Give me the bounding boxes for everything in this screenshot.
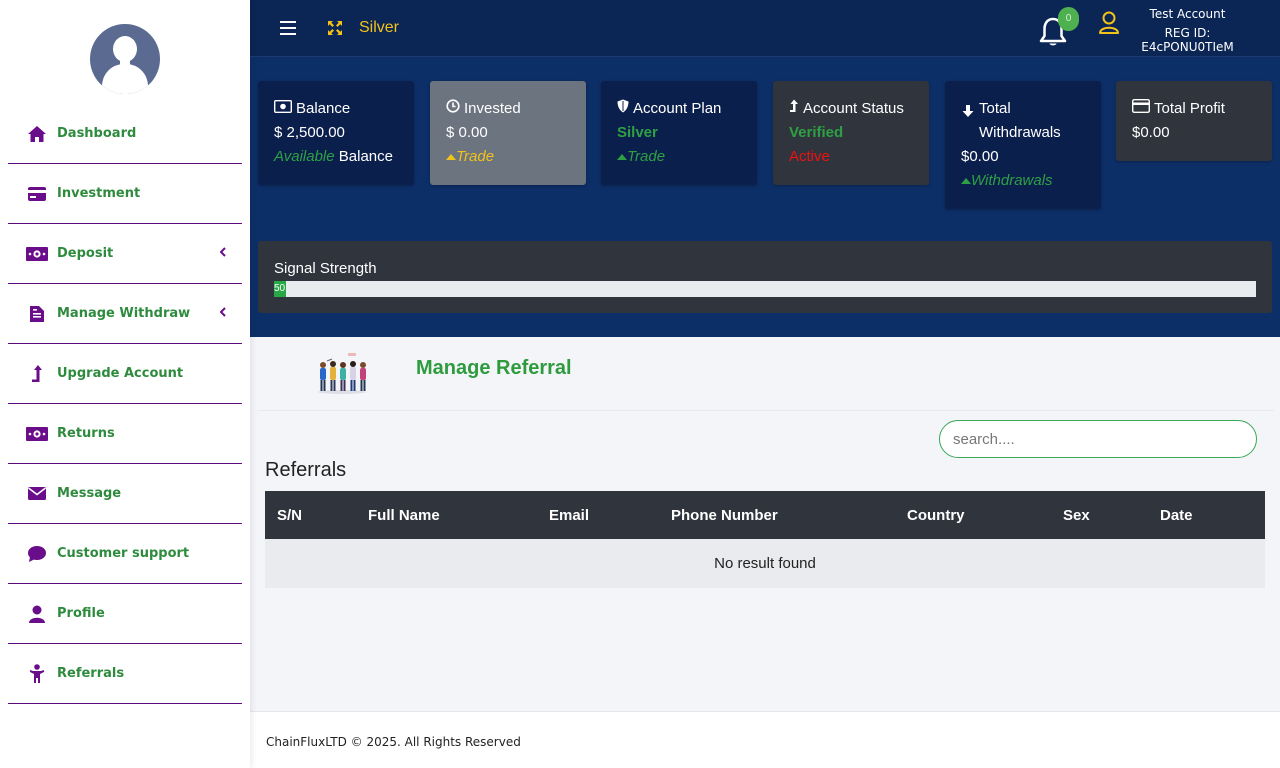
account-plan-card: Account Plan Silver Trade xyxy=(601,81,757,185)
column-header-country[interactable]: Country xyxy=(895,491,1051,539)
upgrade-arrow-icon xyxy=(26,364,48,383)
copyright-text: ChainFluxLTD © 2025. All Rights Reserved xyxy=(266,735,521,749)
user-name[interactable]: Test Account xyxy=(1120,7,1255,21)
column-header-phone-number[interactable]: Phone Number xyxy=(659,491,895,539)
current-plan-label: Silver xyxy=(359,19,400,36)
balance-title: Balance xyxy=(296,100,351,117)
footer: ChainFluxLTD © 2025. All Rights Reserved xyxy=(250,711,1280,768)
credit-card-icon xyxy=(26,185,48,203)
manage-referral-title: Manage Referral xyxy=(416,357,572,379)
user-reg-id: REG ID: E4cPONU0TIeM xyxy=(1141,26,1234,54)
total-withdrawals-card: Total Withdrawals $0.00 Withdrawals xyxy=(945,81,1101,209)
sidebar-item-referrals[interactable]: Referrals xyxy=(8,644,242,704)
invested-title: Invested xyxy=(464,100,521,117)
sidebar-item-deposit[interactable]: Deposit xyxy=(8,224,242,284)
sidebar-item-upgrade-account[interactable]: Upgrade Account xyxy=(8,344,242,404)
sidebar-item-label: Dashboard xyxy=(57,126,137,141)
balance-card: Balance $ 2,500.00 Available Balance xyxy=(258,81,414,185)
account-status-card: Account Status Verified Active xyxy=(773,81,929,185)
status-title: Account Status xyxy=(803,100,904,117)
table-header-row: S/N Full Name Email Phone Number Country… xyxy=(265,491,1265,539)
sidebar-item-manage-withdraw[interactable]: Manage Withdraw xyxy=(8,284,242,344)
signal-progress-fill: 50 xyxy=(274,281,286,297)
column-header-sex[interactable]: Sex xyxy=(1051,491,1148,539)
sidebar-item-returns[interactable]: Returns xyxy=(8,404,242,464)
plan-value: Silver xyxy=(617,124,658,141)
top-navbar: Silver 0 Test Account REG ID: E4cPONU0TI… xyxy=(250,0,1280,57)
invested-card: Invested $ 0.00 Trade xyxy=(430,81,586,185)
signal-strength-label: Signal Strength xyxy=(274,260,377,277)
balance-sub-italic: Available xyxy=(274,148,335,165)
credit-card-icon xyxy=(1131,97,1154,121)
sidebar-item-message[interactable]: Message xyxy=(8,464,242,524)
sidebar-item-dashboard[interactable]: Dashboard xyxy=(8,104,242,164)
envelope-icon xyxy=(26,485,48,503)
status-verified: Verified xyxy=(789,124,844,141)
sidebar-item-label: Profile xyxy=(57,606,105,621)
clock-icon xyxy=(446,97,464,121)
sidebar-item-label: Upgrade Account xyxy=(57,366,184,381)
sidebar-item-label: Investment xyxy=(57,186,141,201)
caret-up-icon xyxy=(446,145,456,169)
column-header-date[interactable]: Date xyxy=(1148,491,1265,539)
referral-header: Manage Referral xyxy=(258,337,1274,411)
money-bill-icon xyxy=(273,97,296,121)
total-profit-card: Total Profit $0.00 xyxy=(1116,81,1272,161)
stats-panel: Balance $ 2,500.00 Available Balance Inv… xyxy=(250,57,1280,337)
sidebar-item-investment[interactable]: Investment xyxy=(8,164,242,224)
notification-count-badge[interactable]: 0 xyxy=(1058,7,1079,31)
status-active: Active xyxy=(789,148,830,165)
caret-up-icon xyxy=(961,169,971,193)
empty-result-message: No result found xyxy=(265,539,1265,588)
home-icon xyxy=(26,125,48,143)
chevron-left-icon xyxy=(219,307,226,320)
plan-sub: Trade xyxy=(627,148,666,165)
sidebar-item-label: Deposit xyxy=(57,246,114,261)
invested-value: $ 0.00 xyxy=(446,124,488,141)
sidebar: Dashboard Investment Deposit Manage With… xyxy=(0,0,250,768)
column-header-email[interactable]: Email xyxy=(537,491,659,539)
withdrawals-sub: Withdrawals xyxy=(971,172,1053,189)
sidebar-menu: Dashboard Investment Deposit Manage With… xyxy=(8,104,242,704)
sidebar-item-customer-support[interactable]: Customer support xyxy=(8,524,242,584)
chat-bubble-icon xyxy=(26,545,48,563)
withdrawals-value: $0.00 xyxy=(961,148,999,165)
sidebar-item-label: Returns xyxy=(57,426,115,441)
caret-up-icon xyxy=(617,145,627,169)
user-account-icon[interactable] xyxy=(1098,11,1120,35)
search-input[interactable] xyxy=(939,420,1257,458)
money-icon xyxy=(26,425,48,443)
expand-icon[interactable] xyxy=(327,20,343,36)
sidebar-item-label: Referrals xyxy=(57,666,125,681)
profit-title: Total Profit xyxy=(1154,100,1225,117)
referral-people-illustration xyxy=(314,351,370,395)
level-up-icon xyxy=(789,97,803,121)
avatar[interactable] xyxy=(90,24,160,94)
profit-value: $0.00 xyxy=(1132,124,1170,141)
money-icon xyxy=(26,245,48,263)
referrals-table: S/N Full Name Email Phone Number Country… xyxy=(265,491,1265,588)
referrals-subtitle: Referrals xyxy=(265,459,347,481)
withdrawals-title: Total Withdrawals xyxy=(979,100,1061,141)
menu-toggle-icon[interactable] xyxy=(280,21,296,35)
column-header-sn[interactable]: S/N xyxy=(265,491,356,539)
child-icon xyxy=(26,663,48,683)
file-invoice-icon xyxy=(26,305,48,323)
table-row: No result found xyxy=(265,539,1265,588)
chevron-left-icon xyxy=(219,247,226,260)
column-header-full-name[interactable]: Full Name xyxy=(356,491,537,539)
user-icon xyxy=(26,605,48,623)
sidebar-item-label: Customer support xyxy=(57,546,190,561)
arrow-down-icon xyxy=(961,102,979,126)
balance-value: $ 2,500.00 xyxy=(274,124,345,141)
plan-title: Account Plan xyxy=(633,100,722,117)
sidebar-item-label: Message xyxy=(57,486,122,501)
invested-sub: Trade xyxy=(456,148,495,165)
signal-strength-panel: Signal Strength 50 xyxy=(258,241,1272,313)
sidebar-item-profile[interactable]: Profile xyxy=(8,584,242,644)
signal-progress-track: 50 xyxy=(274,281,1256,297)
sidebar-item-label: Manage Withdraw xyxy=(57,306,191,321)
balance-sub: Balance xyxy=(334,148,393,165)
shield-icon xyxy=(617,97,633,121)
